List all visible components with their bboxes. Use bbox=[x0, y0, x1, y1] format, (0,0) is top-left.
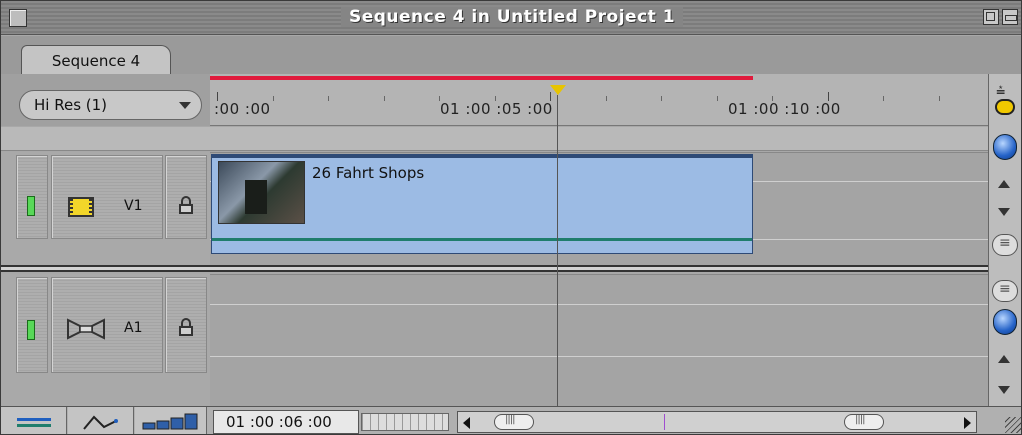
track-line bbox=[210, 356, 988, 357]
linking-icon[interactable] bbox=[995, 99, 1015, 115]
title-bar[interactable]: Sequence 4 in Untitled Project 1 bbox=[1, 1, 1021, 35]
horizontal-scrollbar[interactable] bbox=[457, 411, 977, 433]
ruler-tick bbox=[273, 96, 274, 101]
clip-keyframes-button[interactable] bbox=[68, 407, 134, 434]
tab-sequence-4[interactable]: Sequence 4 bbox=[21, 45, 171, 75]
track-height-button[interactable] bbox=[1, 407, 67, 434]
track-a1[interactable] bbox=[210, 274, 988, 406]
render-status-bar bbox=[210, 76, 753, 80]
snapping-icon[interactable]: ⩮ bbox=[996, 81, 1005, 101]
ruler-tick bbox=[939, 96, 940, 101]
track-lock-cell-a1[interactable] bbox=[165, 277, 207, 373]
sequence-window: Sequence 4 in Untitled Project 1 Sequenc… bbox=[0, 0, 1022, 435]
track-header-v1: V1 bbox=[1, 152, 210, 265]
lock-icon[interactable] bbox=[179, 318, 193, 336]
chevron-down-icon bbox=[179, 102, 191, 109]
ruler-tick bbox=[384, 96, 385, 101]
scroll-left-arrow-icon[interactable] bbox=[463, 417, 470, 429]
scroll-up-arrow-icon[interactable] bbox=[998, 355, 1010, 363]
ruler-timecode: 01 :00 :10 :00 bbox=[728, 100, 841, 118]
ruler-timecode: 01 :00 :05 :00 bbox=[440, 100, 553, 118]
divider-knob[interactable] bbox=[992, 234, 1018, 256]
bottom-bar: 01 :00 :06 :00 bbox=[1, 406, 1021, 434]
timeline-ruler[interactable] bbox=[210, 74, 988, 126]
scroll-down-arrow-icon[interactable] bbox=[998, 208, 1010, 216]
clip-name: 26 Fahrt Shops bbox=[312, 164, 425, 182]
tab-bar: Sequence 4 bbox=[1, 36, 1021, 75]
track-header-a1: A1 bbox=[1, 274, 210, 406]
scroll-down-arrow-icon[interactable] bbox=[998, 386, 1010, 394]
clip-item[interactable]: 26 Fahrt Shops bbox=[211, 154, 753, 254]
vertical-scroll-column: ⩮ bbox=[988, 74, 1021, 409]
ruler-tick bbox=[883, 96, 884, 101]
track-label-v1: V1 bbox=[124, 198, 143, 214]
track-size-button[interactable] bbox=[135, 407, 207, 434]
ruler-tick bbox=[606, 96, 607, 101]
track-target-cell-a1[interactable]: A1 bbox=[51, 277, 163, 373]
clip-thumbnail bbox=[218, 161, 305, 224]
ruler-timecode: :00 :00 bbox=[214, 100, 271, 118]
track-lock-cell-v1[interactable] bbox=[165, 155, 207, 239]
divider-knob[interactable] bbox=[992, 280, 1018, 302]
scroll-start-thumb[interactable] bbox=[494, 414, 534, 430]
zoom-box[interactable] bbox=[983, 9, 999, 25]
scroll-up-arrow-icon[interactable] bbox=[998, 180, 1010, 188]
playhead-marker[interactable] bbox=[550, 85, 566, 95]
playhead-line[interactable] bbox=[557, 95, 558, 406]
window-title: Sequence 4 in Untitled Project 1 bbox=[340, 7, 684, 27]
track-label-a1: A1 bbox=[124, 320, 143, 336]
current-timecode-field[interactable]: 01 :00 :06 :00 bbox=[213, 410, 359, 434]
scroll-end-thumb[interactable] bbox=[844, 414, 884, 430]
ruler-sub-strip bbox=[1, 127, 988, 151]
track-enable-cell-a1[interactable] bbox=[16, 277, 48, 373]
film-icon bbox=[68, 197, 94, 217]
ruler-tick bbox=[717, 96, 718, 101]
lock-icon[interactable] bbox=[179, 196, 193, 214]
track-enable-cell-v1[interactable] bbox=[16, 155, 48, 239]
playhead-position-marker bbox=[664, 414, 665, 430]
resolution-popup[interactable]: Hi Res (1) bbox=[19, 90, 202, 120]
track-line bbox=[210, 304, 988, 305]
track-size-icon bbox=[142, 413, 198, 430]
resolution-label: Hi Res (1) bbox=[34, 96, 108, 114]
keyframe-graph-icon bbox=[83, 415, 118, 430]
clip-link-line bbox=[212, 238, 752, 241]
zoom-slider[interactable] bbox=[361, 413, 449, 431]
track-lines-icon bbox=[17, 418, 51, 427]
clip-top-border bbox=[212, 155, 752, 158]
ruler-tick bbox=[661, 96, 662, 101]
speaker-icon bbox=[67, 318, 105, 340]
audio-scroll-thumb[interactable] bbox=[993, 309, 1017, 335]
ruler-tick bbox=[328, 96, 329, 101]
track-enable-indicator-a1[interactable] bbox=[27, 320, 35, 340]
track-target-cell-v1[interactable]: V1 bbox=[51, 155, 163, 239]
scroll-right-arrow-icon[interactable] bbox=[964, 417, 971, 429]
track-enable-indicator-v1[interactable] bbox=[27, 196, 35, 216]
collapse-box[interactable] bbox=[1002, 9, 1018, 25]
resize-grip-icon[interactable] bbox=[1005, 417, 1021, 433]
video-audio-divider[interactable] bbox=[1, 265, 988, 272]
video-scroll-thumb[interactable] bbox=[993, 134, 1017, 160]
